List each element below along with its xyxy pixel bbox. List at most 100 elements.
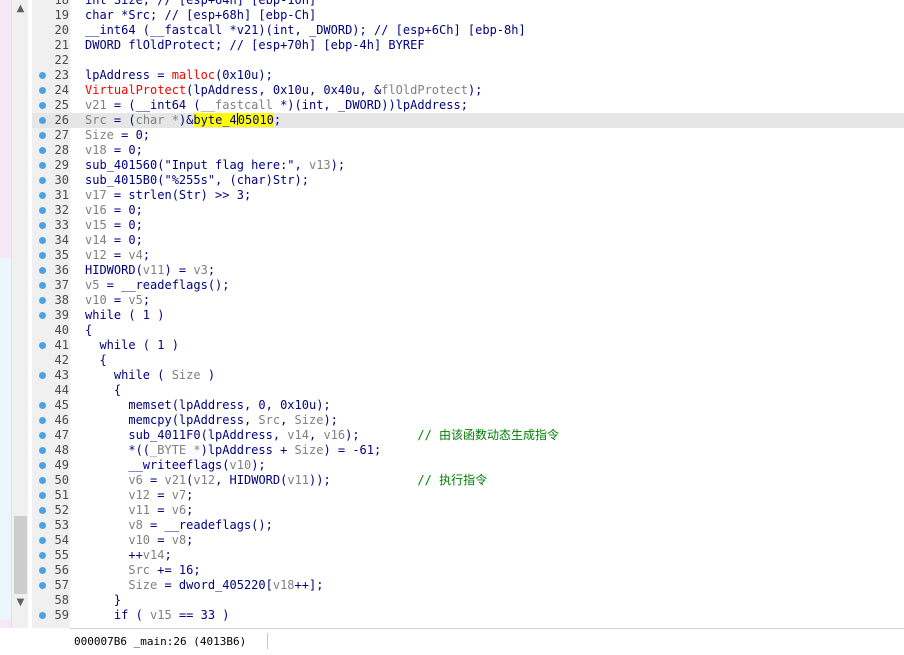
breakpoint-dot-icon[interactable] bbox=[39, 432, 46, 439]
code-text[interactable]: int Size; // [esp+64h] [ebp-10h] bbox=[85, 0, 316, 8]
code-text[interactable]: v8 = __readeflags(); bbox=[85, 518, 273, 533]
code-line[interactable]: 56 Src += 16; bbox=[32, 563, 904, 578]
code-text[interactable]: memcpy(lpAddress, Src, Size); bbox=[85, 413, 338, 428]
breakpoint-dot-icon[interactable] bbox=[39, 87, 46, 94]
code-text[interactable]: sub_4011F0(lpAddress, v14, v16); // 由该函数… bbox=[85, 428, 559, 443]
code-text[interactable]: v6 = v21(v12, HIDWORD(v11)); // 执行指令 bbox=[85, 473, 487, 488]
code-line[interactable]: 35 v12 = v4; bbox=[32, 248, 904, 263]
code-line[interactable]: 22 bbox=[32, 53, 904, 68]
code-text[interactable]: ++v14; bbox=[85, 548, 171, 563]
code-line[interactable]: 37 v5 = __readeflags(); bbox=[32, 278, 904, 293]
breakpoint-dot-icon[interactable] bbox=[39, 447, 46, 454]
code-text[interactable]: while ( 1 ) bbox=[85, 308, 164, 323]
code-line[interactable]: 42 { bbox=[32, 353, 904, 368]
code-line[interactable]: 25 v21 = (__int64 (__fastcall *)(int, _DW… bbox=[32, 98, 904, 113]
code-line[interactable]: 31 v17 = strlen(Str) >> 3; bbox=[32, 188, 904, 203]
breakpoint-dot-icon[interactable] bbox=[39, 312, 46, 319]
breakpoint-dot-icon[interactable] bbox=[39, 117, 46, 124]
breakpoint-dot-icon[interactable] bbox=[39, 72, 46, 79]
code-line[interactable]: 52 v11 = v6; bbox=[32, 503, 904, 518]
breakpoint-dot-icon[interactable] bbox=[39, 177, 46, 184]
breakpoint-dot-icon[interactable] bbox=[39, 237, 46, 244]
code-text[interactable]: __writeeflags(v10); bbox=[85, 458, 265, 473]
code-text[interactable]: { bbox=[85, 353, 106, 368]
breakpoint-dot-icon[interactable] bbox=[39, 492, 46, 499]
code-text[interactable]: v11 = v6; bbox=[85, 503, 193, 518]
code-line[interactable]: 40 { bbox=[32, 323, 904, 338]
code-text[interactable]: v18 = 0; bbox=[85, 143, 143, 158]
breakpoint-dot-icon[interactable] bbox=[39, 267, 46, 274]
code-line[interactable]: 43 while ( Size ) bbox=[32, 368, 904, 383]
breakpoint-dot-icon[interactable] bbox=[39, 372, 46, 379]
code-line[interactable]: 27 Size = 0; bbox=[32, 128, 904, 143]
code-line[interactable]: 55 ++v14; bbox=[32, 548, 904, 563]
breakpoint-dot-icon[interactable] bbox=[39, 132, 46, 139]
code-line[interactable]: 44 { bbox=[32, 383, 904, 398]
code-text[interactable]: __int64 (__fastcall *v21)(int, _DWORD); … bbox=[85, 23, 526, 38]
code-line[interactable]: 48 *((_BYTE *)lpAddress + Size) = -61; bbox=[32, 443, 904, 458]
breakpoint-dot-icon[interactable] bbox=[39, 477, 46, 484]
code-line[interactable]: 45 memset(lpAddress, 0, 0x10u); bbox=[32, 398, 904, 413]
breakpoint-dot-icon[interactable] bbox=[39, 462, 46, 469]
code-text[interactable]: *((_BYTE *)lpAddress + Size) = -61; bbox=[85, 443, 381, 458]
scrollbar-thumb[interactable] bbox=[14, 516, 27, 594]
code-line[interactable]: 38 v10 = v5; bbox=[32, 293, 904, 308]
code-text[interactable]: VirtualProtect(lpAddress, 0x10u, 0x40u, … bbox=[85, 83, 482, 98]
code-text[interactable]: v15 = 0; bbox=[85, 218, 143, 233]
code-text[interactable]: Size = 0; bbox=[85, 128, 150, 143]
code-line[interactable]: 59 if ( v15 == 33 ) bbox=[32, 608, 904, 623]
code-line[interactable]: 39 while ( 1 ) bbox=[32, 308, 904, 323]
code-text[interactable]: memset(lpAddress, 0, 0x10u); bbox=[85, 398, 330, 413]
code-line[interactable]: 21 DWORD flOldProtect; // [esp+70h] [ebp-… bbox=[32, 38, 904, 53]
code-text[interactable]: sub_4015B0("%255s", (char)Str); bbox=[85, 173, 309, 188]
code-text[interactable]: { bbox=[85, 323, 92, 338]
code-text[interactable]: DWORD flOldProtect; // [esp+70h] [ebp-4h… bbox=[85, 38, 425, 53]
breakpoint-dot-icon[interactable] bbox=[39, 252, 46, 259]
code-line[interactable]: 41 while ( 1 ) bbox=[32, 338, 904, 353]
breakpoint-dot-icon[interactable] bbox=[39, 417, 46, 424]
code-text[interactable]: v5 = __readeflags(); bbox=[85, 278, 230, 293]
vertical-scrollbar[interactable]: ▲ ▼ bbox=[11, 0, 29, 628]
code-text[interactable]: HIDWORD(v11) = v3; bbox=[85, 263, 215, 278]
scroll-down-arrow-icon[interactable]: ▼ bbox=[12, 594, 29, 611]
code-line[interactable]: 46 memcpy(lpAddress, Src, Size); bbox=[32, 413, 904, 428]
code-text[interactable]: v10 = v8; bbox=[85, 533, 193, 548]
code-text[interactable]: while ( Size ) bbox=[85, 368, 215, 383]
code-line[interactable]: 29 sub_401560("Input flag here:", v13); bbox=[32, 158, 904, 173]
code-text[interactable]: lpAddress = malloc(0x10u); bbox=[85, 68, 273, 83]
code-text[interactable]: Size = dword_405220[v18++]; bbox=[85, 578, 323, 593]
code-line[interactable]: 33 v15 = 0; bbox=[32, 218, 904, 233]
breakpoint-dot-icon[interactable] bbox=[39, 162, 46, 169]
code-line[interactable]: 51 v12 = v7; bbox=[32, 488, 904, 503]
breakpoint-dot-icon[interactable] bbox=[39, 507, 46, 514]
breakpoint-dot-icon[interactable] bbox=[39, 102, 46, 109]
code-line[interactable]: 28 v18 = 0; bbox=[32, 143, 904, 158]
code-line[interactable]: 49 __writeeflags(v10); bbox=[32, 458, 904, 473]
breakpoint-dot-icon[interactable] bbox=[39, 552, 46, 559]
breakpoint-dot-icon[interactable] bbox=[39, 402, 46, 409]
pseudocode-view[interactable]: 18 int Size; // [esp+64h] [ebp-10h] 19 char… bbox=[32, 0, 904, 628]
code-line[interactable]: 53 v8 = __readeflags(); bbox=[32, 518, 904, 533]
code-line[interactable]: 58 } bbox=[32, 593, 904, 608]
breakpoint-dot-icon[interactable] bbox=[39, 582, 46, 589]
code-line[interactable]: 47 sub_4011F0(lpAddress, v14, v16); // 由… bbox=[32, 428, 904, 443]
code-text[interactable]: v10 = v5; bbox=[85, 293, 150, 308]
code-text[interactable]: } bbox=[85, 593, 121, 608]
breakpoint-dot-icon[interactable] bbox=[39, 147, 46, 154]
code-text[interactable]: v12 = v7; bbox=[85, 488, 193, 503]
code-text[interactable]: { bbox=[85, 383, 121, 398]
breakpoint-dot-icon[interactable] bbox=[39, 612, 46, 619]
breakpoint-dot-icon[interactable] bbox=[39, 567, 46, 574]
breakpoint-dot-icon[interactable] bbox=[39, 537, 46, 544]
code-text[interactable]: v14 = 0; bbox=[85, 233, 143, 248]
code-line[interactable]: 24 VirtualProtect(lpAddress, 0x10u, 0x40u… bbox=[32, 83, 904, 98]
scroll-up-arrow-icon[interactable]: ▲ bbox=[12, 0, 29, 17]
code-line[interactable]: 18 int Size; // [esp+64h] [ebp-10h] bbox=[32, 0, 904, 8]
code-text[interactable]: Src += 16; bbox=[85, 563, 200, 578]
code-line[interactable]: 30 sub_4015B0("%255s", (char)Str); bbox=[32, 173, 904, 188]
code-line[interactable]: 32 v16 = 0; bbox=[32, 203, 904, 218]
code-line[interactable]: 26 Src = (char *)&byte_405010; bbox=[32, 113, 904, 128]
code-text[interactable]: sub_401560("Input flag here:", v13); bbox=[85, 158, 345, 173]
breakpoint-dot-icon[interactable] bbox=[39, 192, 46, 199]
code-text[interactable]: char *Src; // [esp+68h] [ebp-Ch] bbox=[85, 8, 316, 23]
